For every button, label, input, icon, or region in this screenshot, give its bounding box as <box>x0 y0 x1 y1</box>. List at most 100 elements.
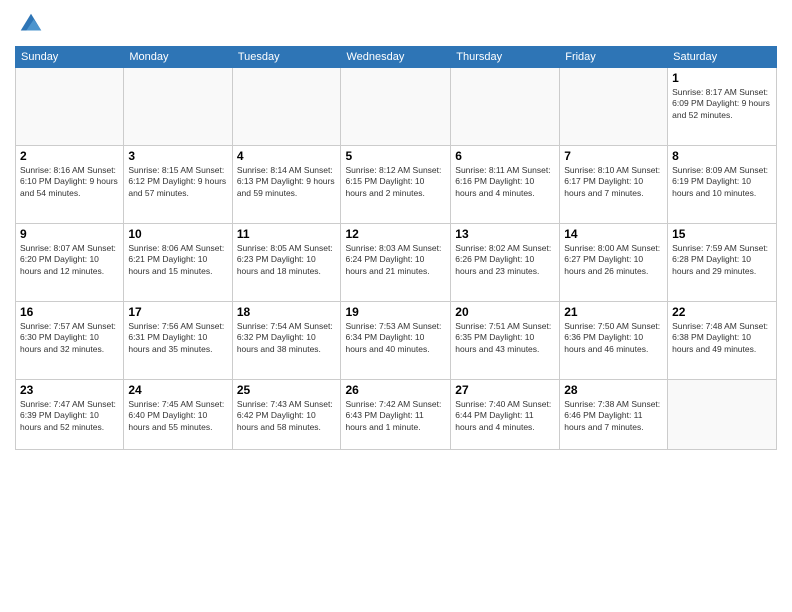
calendar-header-row: SundayMondayTuesdayWednesdayThursdayFrid… <box>16 47 777 68</box>
col-header-wednesday: Wednesday <box>341 47 451 68</box>
calendar-cell: 13 Sunrise: 8:02 AM Sunset: 6:26 PM Dayli… <box>451 224 560 302</box>
calendar-cell: 10 Sunrise: 8:06 AM Sunset: 6:21 PM Dayli… <box>124 224 232 302</box>
calendar-week-1: 1 Sunrise: 8:17 AM Sunset: 6:09 PM Daylig… <box>16 68 777 146</box>
calendar-cell: 17 Sunrise: 7:56 AM Sunset: 6:31 PM Dayli… <box>124 302 232 380</box>
day-info: Sunrise: 7:38 AM Sunset: 6:46 PM Dayligh… <box>564 399 663 433</box>
day-info: Sunrise: 7:56 AM Sunset: 6:31 PM Dayligh… <box>128 321 227 355</box>
day-info: Sunrise: 7:50 AM Sunset: 6:36 PM Dayligh… <box>564 321 663 355</box>
calendar-cell: 7 Sunrise: 8:10 AM Sunset: 6:17 PM Daylig… <box>560 146 668 224</box>
calendar-cell: 28 Sunrise: 7:38 AM Sunset: 6:46 PM Dayli… <box>560 380 668 450</box>
day-info: Sunrise: 8:06 AM Sunset: 6:21 PM Dayligh… <box>128 243 227 277</box>
calendar-week-3: 9 Sunrise: 8:07 AM Sunset: 6:20 PM Daylig… <box>16 224 777 302</box>
day-number: 13 <box>455 227 555 241</box>
calendar-cell: 5 Sunrise: 8:12 AM Sunset: 6:15 PM Daylig… <box>341 146 451 224</box>
calendar-cell <box>124 68 232 146</box>
day-number: 11 <box>237 227 337 241</box>
day-number: 14 <box>564 227 663 241</box>
col-header-thursday: Thursday <box>451 47 560 68</box>
day-info: Sunrise: 8:03 AM Sunset: 6:24 PM Dayligh… <box>345 243 446 277</box>
day-number: 19 <box>345 305 446 319</box>
day-number: 26 <box>345 383 446 397</box>
col-header-tuesday: Tuesday <box>232 47 341 68</box>
calendar-cell: 19 Sunrise: 7:53 AM Sunset: 6:34 PM Dayli… <box>341 302 451 380</box>
calendar-cell: 21 Sunrise: 7:50 AM Sunset: 6:36 PM Dayli… <box>560 302 668 380</box>
day-info: Sunrise: 7:40 AM Sunset: 6:44 PM Dayligh… <box>455 399 555 433</box>
logo <box>15 10 45 38</box>
day-number: 15 <box>672 227 772 241</box>
day-info: Sunrise: 7:42 AM Sunset: 6:43 PM Dayligh… <box>345 399 446 433</box>
col-header-sunday: Sunday <box>16 47 124 68</box>
day-number: 6 <box>455 149 555 163</box>
day-info: Sunrise: 8:05 AM Sunset: 6:23 PM Dayligh… <box>237 243 337 277</box>
logo-icon <box>17 10 45 38</box>
day-info: Sunrise: 7:45 AM Sunset: 6:40 PM Dayligh… <box>128 399 227 433</box>
day-info: Sunrise: 8:16 AM Sunset: 6:10 PM Dayligh… <box>20 165 119 199</box>
calendar-cell: 24Sunrise: 7:45 AM Sunset: 6:40 PM Dayli… <box>124 380 232 450</box>
calendar-cell: 27 Sunrise: 7:40 AM Sunset: 6:44 PM Dayli… <box>451 380 560 450</box>
calendar-cell: 8 Sunrise: 8:09 AM Sunset: 6:19 PM Daylig… <box>668 146 777 224</box>
col-header-saturday: Saturday <box>668 47 777 68</box>
calendar-cell: 22 Sunrise: 7:48 AM Sunset: 6:38 PM Dayli… <box>668 302 777 380</box>
calendar-cell <box>341 68 451 146</box>
day-info: Sunrise: 8:09 AM Sunset: 6:19 PM Dayligh… <box>672 165 772 199</box>
calendar-cell <box>16 68 124 146</box>
calendar-cell: 26 Sunrise: 7:42 AM Sunset: 6:43 PM Dayli… <box>341 380 451 450</box>
calendar-cell <box>451 68 560 146</box>
day-number: 10 <box>128 227 227 241</box>
day-number: 21 <box>564 305 663 319</box>
calendar-cell: 9 Sunrise: 8:07 AM Sunset: 6:20 PM Daylig… <box>16 224 124 302</box>
calendar-cell <box>668 380 777 450</box>
calendar-cell: 3 Sunrise: 8:15 AM Sunset: 6:12 PM Daylig… <box>124 146 232 224</box>
day-number: 20 <box>455 305 555 319</box>
day-info: Sunrise: 8:14 AM Sunset: 6:13 PM Dayligh… <box>237 165 337 199</box>
calendar-cell: 11 Sunrise: 8:05 AM Sunset: 6:23 PM Dayli… <box>232 224 341 302</box>
calendar-cell: 15 Sunrise: 7:59 AM Sunset: 6:28 PM Dayli… <box>668 224 777 302</box>
day-info: Sunrise: 7:43 AM Sunset: 6:42 PM Dayligh… <box>237 399 337 433</box>
day-number: 7 <box>564 149 663 163</box>
calendar-cell: 20Sunrise: 7:51 AM Sunset: 6:35 PM Dayli… <box>451 302 560 380</box>
day-number: 8 <box>672 149 772 163</box>
col-header-monday: Monday <box>124 47 232 68</box>
day-number: 22 <box>672 305 772 319</box>
day-info: Sunrise: 8:17 AM Sunset: 6:09 PM Dayligh… <box>672 87 772 121</box>
calendar-cell: 12 Sunrise: 8:03 AM Sunset: 6:24 PM Dayli… <box>341 224 451 302</box>
day-number: 2 <box>20 149 119 163</box>
day-number: 5 <box>345 149 446 163</box>
day-info: Sunrise: 7:59 AM Sunset: 6:28 PM Dayligh… <box>672 243 772 277</box>
calendar-cell: 18Sunrise: 7:54 AM Sunset: 6:32 PM Dayli… <box>232 302 341 380</box>
page-header <box>15 10 777 38</box>
day-number: 4 <box>237 149 337 163</box>
day-number: 18 <box>237 305 337 319</box>
calendar-cell: 23Sunrise: 7:47 AM Sunset: 6:39 PM Dayli… <box>16 380 124 450</box>
day-info: Sunrise: 8:02 AM Sunset: 6:26 PM Dayligh… <box>455 243 555 277</box>
day-info: Sunrise: 7:57 AM Sunset: 6:30 PM Dayligh… <box>20 321 119 355</box>
calendar-week-5: 23Sunrise: 7:47 AM Sunset: 6:39 PM Dayli… <box>16 380 777 450</box>
day-number: 1 <box>672 71 772 85</box>
calendar-week-4: 16Sunrise: 7:57 AM Sunset: 6:30 PM Dayli… <box>16 302 777 380</box>
day-info: Sunrise: 8:15 AM Sunset: 6:12 PM Dayligh… <box>128 165 227 199</box>
day-number: 28 <box>564 383 663 397</box>
day-number: 12 <box>345 227 446 241</box>
day-info: Sunrise: 8:07 AM Sunset: 6:20 PM Dayligh… <box>20 243 119 277</box>
calendar-cell: 1 Sunrise: 8:17 AM Sunset: 6:09 PM Daylig… <box>668 68 777 146</box>
calendar-cell: 25 Sunrise: 7:43 AM Sunset: 6:42 PM Dayli… <box>232 380 341 450</box>
day-number: 25 <box>237 383 337 397</box>
day-number: 9 <box>20 227 119 241</box>
day-number: 17 <box>128 305 227 319</box>
day-number: 27 <box>455 383 555 397</box>
calendar-week-2: 2 Sunrise: 8:16 AM Sunset: 6:10 PM Daylig… <box>16 146 777 224</box>
calendar-cell <box>560 68 668 146</box>
day-info: Sunrise: 8:10 AM Sunset: 6:17 PM Dayligh… <box>564 165 663 199</box>
calendar-cell: 14 Sunrise: 8:00 AM Sunset: 6:27 PM Dayli… <box>560 224 668 302</box>
day-info: Sunrise: 8:11 AM Sunset: 6:16 PM Dayligh… <box>455 165 555 199</box>
day-info: Sunrise: 7:47 AM Sunset: 6:39 PM Dayligh… <box>20 399 119 433</box>
day-info: Sunrise: 7:48 AM Sunset: 6:38 PM Dayligh… <box>672 321 772 355</box>
day-info: Sunrise: 7:53 AM Sunset: 6:34 PM Dayligh… <box>345 321 446 355</box>
calendar-cell: 4 Sunrise: 8:14 AM Sunset: 6:13 PM Daylig… <box>232 146 341 224</box>
day-info: Sunrise: 8:12 AM Sunset: 6:15 PM Dayligh… <box>345 165 446 199</box>
calendar-cell: 6 Sunrise: 8:11 AM Sunset: 6:16 PM Daylig… <box>451 146 560 224</box>
day-number: 3 <box>128 149 227 163</box>
day-info: Sunrise: 8:00 AM Sunset: 6:27 PM Dayligh… <box>564 243 663 277</box>
calendar-cell <box>232 68 341 146</box>
calendar-cell: 2 Sunrise: 8:16 AM Sunset: 6:10 PM Daylig… <box>16 146 124 224</box>
